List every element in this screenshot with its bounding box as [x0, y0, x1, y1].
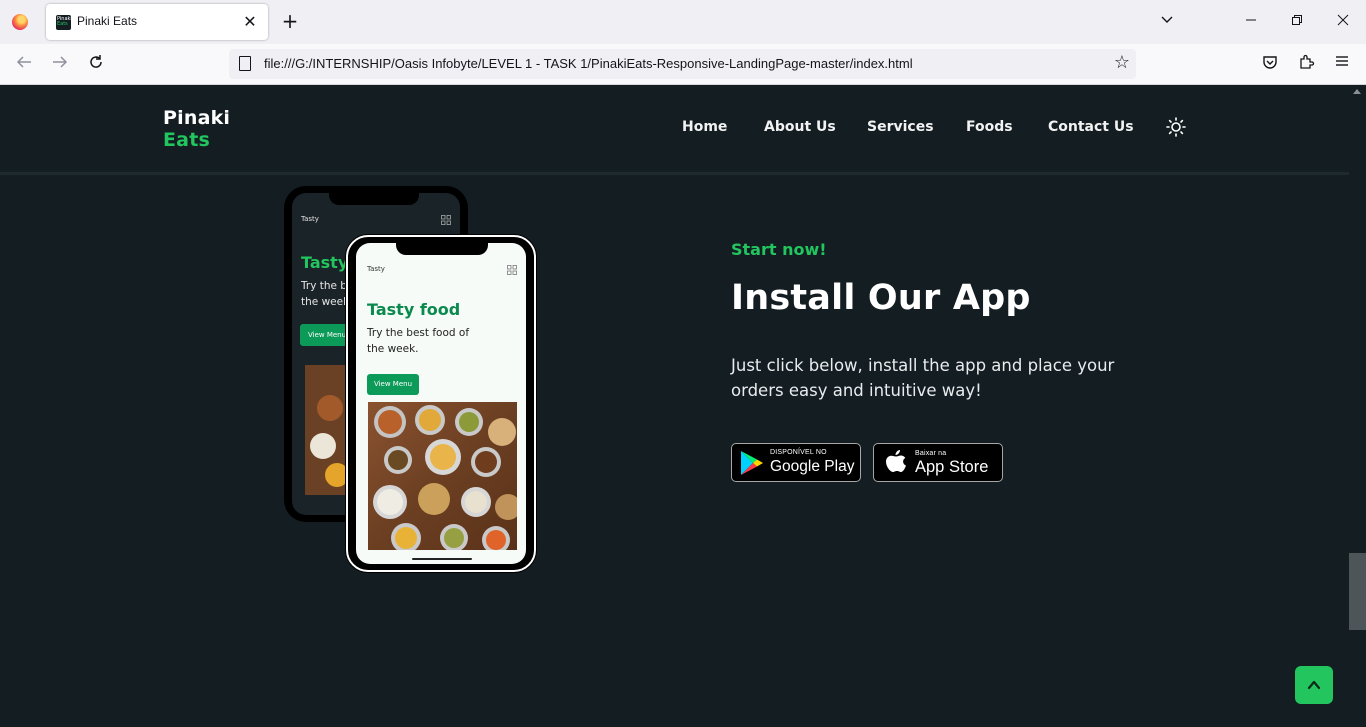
phone-front-food-image	[368, 402, 517, 550]
nav-link-about-us[interactable]: About Us	[764, 119, 836, 135]
address-bar[interactable]: file:///G:/INTERNSHIP/Oasis Infobyte/LEV…	[229, 49, 1136, 79]
phone-front-screen: Tasty Tasty food Try the best food of th…	[356, 243, 526, 564]
phone-back-line1: Try the b	[301, 280, 347, 292]
firefox-logo-icon[interactable]	[12, 14, 28, 30]
browser-tab-strip: Pinaki Eats Pinaki Eats ✕ +	[0, 0, 1366, 44]
apple-icon	[886, 450, 906, 472]
google-play-button[interactable]: DISPONÍVEL NO Google Play	[731, 443, 861, 482]
section-description: Just click below, install the app and pl…	[731, 356, 1115, 400]
reload-icon[interactable]	[85, 53, 107, 75]
phone-back-notch	[329, 186, 419, 205]
phone-back-brand: Tasty	[301, 215, 319, 223]
close-window-button[interactable]	[1331, 10, 1355, 34]
phone-front-view-menu-button: View Menu	[367, 374, 419, 395]
google-play-big-text: Google Play	[770, 458, 855, 475]
phone-back-line2: the week	[301, 296, 350, 308]
url-text[interactable]: file:///G:/INTERNSHIP/Oasis Infobyte/LEV…	[264, 56, 913, 71]
phone-front-notch	[396, 237, 488, 255]
scrollbar-thumb[interactable]	[1349, 553, 1366, 630]
phone-front-home-indicator	[412, 558, 472, 560]
bookmark-star-icon[interactable]: ☆	[1114, 52, 1130, 73]
phone-front-brand: Tasty	[367, 265, 385, 273]
nav-link-foods[interactable]: Foods	[966, 119, 1013, 135]
extensions-icon[interactable]	[1295, 53, 1317, 75]
phone-front-headline: Tasty food	[367, 300, 461, 319]
browser-navigation-bar: file:///G:/INTERNSHIP/Oasis Infobyte/LEV…	[0, 44, 1366, 85]
nav-link-home[interactable]: Home	[682, 119, 727, 135]
page-icon	[239, 56, 251, 71]
phone-front-line2: the week.	[367, 343, 419, 355]
restore-button[interactable]	[1285, 10, 1309, 34]
nav-link-contact-us[interactable]: Contact Us	[1048, 119, 1134, 135]
page-scrollbar[interactable]	[1349, 85, 1366, 727]
section-title: Install Our App	[731, 278, 1031, 318]
web-page: Pinaki Eats Home About Us Services Foods…	[0, 85, 1366, 727]
theme-toggle-sun-icon[interactable]	[1166, 117, 1186, 137]
app-store-small-text: Baixar na	[915, 450, 947, 457]
phone-back-headline: Tasty	[301, 253, 349, 272]
phone-front-grid-icon	[507, 265, 517, 275]
app-menu-icon[interactable]	[1331, 53, 1353, 75]
phone-front-line1: Try the best food of	[367, 327, 470, 339]
phone-mockup-front: Tasty Tasty food Try the best food of th…	[346, 235, 536, 572]
header-divider	[0, 172, 1349, 175]
app-store-button[interactable]: Baixar na App Store	[873, 443, 1003, 482]
new-tab-button[interactable]: +	[279, 10, 301, 32]
section-tagline: Start now!	[731, 240, 827, 259]
back-arrow-icon[interactable]	[13, 53, 35, 75]
app-store-big-text: App Store	[915, 458, 989, 476]
site-logo[interactable]: Pinaki Eats	[163, 107, 230, 151]
nav-link-services[interactable]: Services	[867, 119, 934, 135]
google-play-icon	[741, 451, 763, 475]
browser-tab[interactable]: Pinaki Eats Pinaki Eats ✕	[46, 4, 268, 40]
scroll-up-arrow-icon[interactable]	[1353, 89, 1361, 94]
minimize-button[interactable]	[1239, 10, 1263, 34]
tab-title: Pinaki Eats	[77, 14, 138, 28]
back-to-top-button[interactable]	[1295, 666, 1333, 704]
close-tab-icon[interactable]: ✕	[240, 12, 260, 32]
forward-arrow-icon[interactable]	[49, 53, 71, 75]
pocket-icon[interactable]	[1259, 53, 1281, 75]
google-play-small-text: DISPONÍVEL NO	[770, 449, 827, 456]
tab-list-chevron-icon[interactable]	[1155, 10, 1179, 34]
chevron-up-icon	[1307, 680, 1321, 690]
site-favicon-icon: Pinaki Eats	[56, 15, 71, 30]
phone-back-grid-icon	[441, 215, 451, 225]
